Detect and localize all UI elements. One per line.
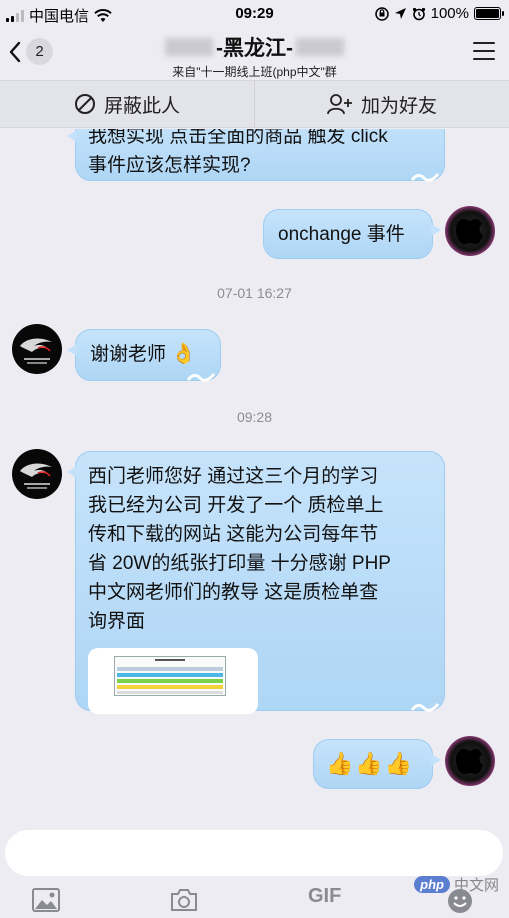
message-line: 省 20W的纸张打印量 十分感谢 PHP [88, 553, 391, 574]
thumbnail-table-image [114, 656, 226, 696]
message-line: 询界面 [88, 611, 146, 632]
block-user-label: 屏蔽此人 [103, 95, 180, 117]
thumbnail-row [117, 685, 223, 689]
sender-avatar[interactable] [12, 324, 62, 374]
message-bubble[interactable]: 我想实现 点击全面的商品 触发 click 事件应该怎样实现? [67, 129, 445, 182]
attached-screenshot-thumbnail[interactable] [88, 648, 258, 714]
alarm-icon [412, 7, 425, 20]
thumbnail-title-line [155, 659, 185, 661]
thumbnail-row [117, 673, 223, 677]
battery-icon [474, 7, 504, 20]
watermark-text: 中文网 [453, 877, 499, 894]
image-button[interactable] [32, 888, 60, 917]
add-friend-button[interactable]: 加为好友 [254, 81, 509, 127]
add-friend-icon [327, 94, 352, 115]
input-area: GIF [0, 795, 509, 918]
menu-button[interactable] [473, 42, 495, 66]
orientation-lock-icon [374, 6, 389, 21]
message-line: 我已经为公司 开发了一个 质检单上 [88, 495, 384, 516]
chat-title: -黑龙江- [162, 32, 347, 62]
rog-logo-icon [20, 338, 52, 364]
timestamp: 07-01 16:27 [217, 285, 292, 301]
bubble-wave-decoration [410, 173, 440, 182]
watermark-badge: php [414, 876, 450, 893]
gif-button[interactable]: GIF [308, 885, 341, 908]
my-avatar[interactable] [445, 206, 495, 256]
message-bubble[interactable]: 谢谢老师 👌 [67, 329, 221, 382]
message-bubble[interactable]: onchange 事件 [263, 209, 441, 259]
block-user-button[interactable]: 屏蔽此人 [0, 81, 254, 127]
my-avatar[interactable] [445, 736, 495, 786]
bubble-wave-decoration [410, 703, 440, 712]
title-text: -黑龙江- [216, 37, 293, 60]
watermark: php 中文网 [414, 874, 499, 895]
message-line: 我想实现 点击全面的商品 触发 click [88, 129, 388, 147]
camera-button[interactable] [170, 888, 198, 917]
thumbs-up-emoji: 👍👍👍 [326, 751, 415, 776]
add-friend-label: 加为好友 [360, 95, 437, 117]
status-right: 100% [374, 5, 504, 22]
battery-fill [476, 9, 499, 18]
message-input[interactable] [5, 830, 503, 876]
status-bar: 中国电信 09:29 100% [0, 0, 509, 28]
block-icon [74, 94, 95, 114]
thumbnail-row [117, 691, 223, 694]
thumbnail-row [117, 679, 223, 683]
title-block: -黑龙江- 来自"十一期线上班(php中文"群 [100, 32, 409, 80]
chat-header: 2 -黑龙江- 来自"十一期线上班(php中文"群 [0, 28, 509, 80]
unread-count-badge: 2 [26, 38, 53, 65]
location-icon [394, 8, 406, 19]
battery-percent: 100% [430, 5, 469, 22]
chevron-left-icon [9, 41, 21, 62]
bubble-wave-decoration [186, 373, 216, 382]
menu-icon [473, 42, 495, 44]
message-line: 事件应该怎样实现? [88, 155, 251, 176]
menu-icon-line [473, 50, 495, 52]
message-bubble[interactable]: 西门老师您好 通过这三个月的学习 我已经为公司 开发了一个 质检单上 传和下载的… [67, 451, 445, 714]
rog-logo-icon [20, 463, 52, 489]
timestamp: 09:28 [236, 409, 273, 425]
menu-icon-line [473, 58, 495, 60]
message-line: 西门老师您好 通过这三个月的学习 [88, 466, 379, 487]
message-bubble[interactable]: 👍👍👍 [313, 739, 441, 789]
camera-icon [171, 889, 197, 911]
chat-area[interactable]: 我想实现 点击全面的商品 触发 click 事件应该怎样实现? onchange… [0, 129, 509, 795]
redacted-name [165, 38, 213, 56]
message-line: 中文网老师们的教导 这是质检单查 [88, 582, 379, 603]
message-text: 谢谢老师 [90, 344, 167, 365]
action-bar: 屏蔽此人 加为好友 [0, 80, 509, 128]
back-button[interactable]: 2 [8, 38, 53, 65]
message-line: 传和下载的网站 这能为公司每年节 [88, 524, 379, 545]
apple-logo-icon [456, 219, 483, 244]
chat-subtitle: 来自"十一期线上班(php中文"群 [172, 65, 337, 79]
image-icon [32, 888, 60, 912]
thumbnail-row [117, 667, 223, 671]
message-text: onchange 事件 [278, 224, 405, 245]
apple-logo-icon [456, 749, 483, 774]
sender-avatar[interactable] [12, 449, 62, 499]
ok-hand-emoji: 👌 [171, 343, 197, 365]
redacted-name-2 [296, 38, 344, 56]
